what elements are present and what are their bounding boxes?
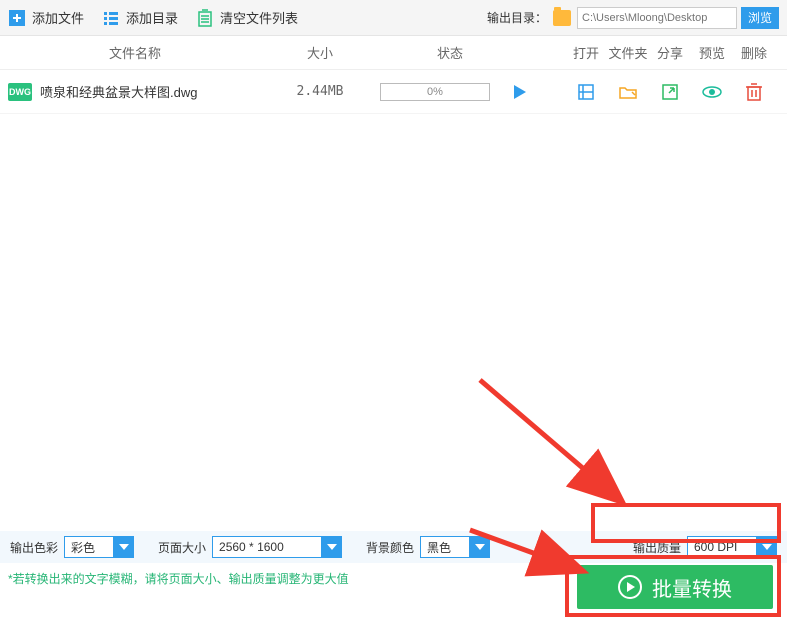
progress-cell: 0% [370, 83, 500, 101]
header-share: 分享 [649, 43, 691, 62]
open-button[interactable] [565, 82, 607, 102]
hint-text: *若转换出来的文字模糊，请将页面大小、输出质量调整为更大值 [8, 570, 349, 587]
delete-button[interactable] [733, 82, 775, 102]
batch-convert-button[interactable]: 批量转换 [577, 565, 773, 609]
list-header: 文件名称 大小 状态 打开 文件夹 分享 预览 删除 [0, 36, 787, 70]
page-label: 页面大小 [158, 539, 206, 556]
header-preview: 预览 [691, 43, 733, 62]
bg-select[interactable]: 黑色 [420, 536, 490, 558]
file-name: 喷泉和经典盆景大样图.dwg [40, 82, 270, 101]
add-file-label: 添加文件 [32, 8, 84, 27]
add-dir-button[interactable]: 添加目录 [102, 8, 178, 27]
share-button[interactable] [649, 82, 691, 102]
clear-list-label: 清空文件列表 [220, 8, 298, 27]
toolbar: 添加文件 添加目录 清空文件列表 输出目录： 浏览 [0, 0, 787, 36]
output-dir-input[interactable] [577, 7, 737, 29]
quality-value: 600 DPI [687, 536, 757, 558]
folder-button[interactable] [607, 82, 649, 102]
progress-bar: 0% [380, 83, 490, 101]
play-button[interactable] [514, 85, 526, 99]
page-value: 2560 * 1600 [212, 536, 322, 558]
file-size: 2.44MB [270, 84, 370, 99]
play-circle-icon [618, 575, 642, 599]
header-folder: 文件夹 [607, 43, 649, 62]
list-icon [102, 9, 120, 27]
settings-bar: 输出色彩 彩色 页面大小 2560 * 1600 背景颜色 黑色 输出质量 60… [0, 531, 787, 563]
color-value: 彩色 [64, 536, 114, 558]
folder-icon [553, 10, 571, 26]
add-dir-label: 添加目录 [126, 8, 178, 27]
quality-label: 输出质量 [633, 539, 681, 556]
file-list: DWG 喷泉和经典盆景大样图.dwg 2.44MB 0% [0, 70, 787, 520]
add-file-button[interactable]: 添加文件 [8, 8, 84, 27]
preview-button[interactable] [691, 82, 733, 102]
bg-value: 黑色 [420, 536, 470, 558]
color-label: 输出色彩 [10, 539, 58, 556]
convert-label: 批量转换 [652, 573, 732, 602]
chevron-down-icon[interactable] [114, 536, 134, 558]
chevron-down-icon[interactable] [757, 536, 777, 558]
output-dir-label: 输出目录： [487, 9, 547, 26]
browse-button[interactable]: 浏览 [741, 7, 779, 29]
dwg-file-icon: DWG [8, 83, 32, 101]
quality-select[interactable]: 600 DPI [687, 536, 777, 558]
chevron-down-icon[interactable] [470, 536, 490, 558]
chevron-down-icon[interactable] [322, 536, 342, 558]
clear-icon [196, 9, 214, 27]
header-delete: 删除 [733, 43, 775, 62]
color-select[interactable]: 彩色 [64, 536, 134, 558]
bg-label: 背景颜色 [366, 539, 414, 556]
add-file-icon [8, 9, 26, 27]
header-open: 打开 [565, 43, 607, 62]
header-name: 文件名称 [0, 43, 270, 62]
table-row: DWG 喷泉和经典盆景大样图.dwg 2.44MB 0% [0, 70, 787, 114]
clear-list-button[interactable]: 清空文件列表 [196, 8, 298, 27]
header-size: 大小 [270, 43, 370, 62]
page-select[interactable]: 2560 * 1600 [212, 536, 342, 558]
header-status: 状态 [370, 43, 530, 62]
